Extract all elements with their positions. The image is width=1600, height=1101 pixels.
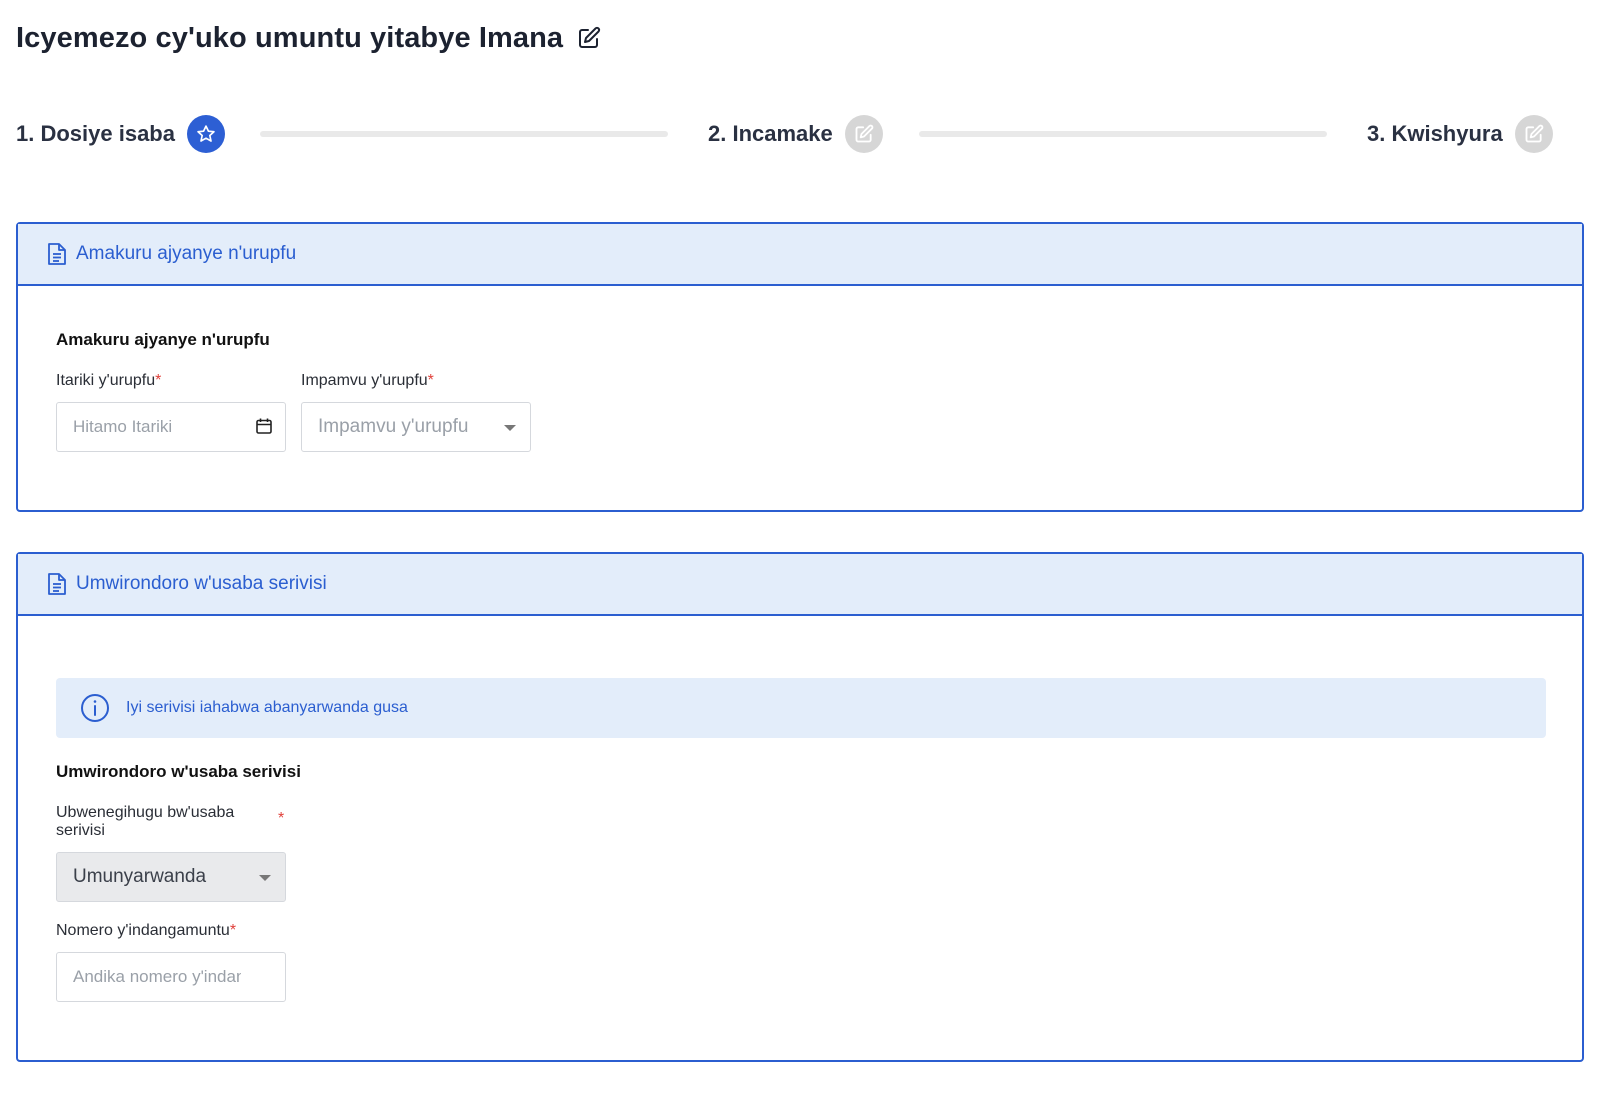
step-dosiye-isaba[interactable]: 1. Dosiye isaba (16, 112, 225, 156)
step-label: 2. Incamake (708, 121, 833, 146)
page-title: Icyemezo cy'uko umuntu yitabye Imana (16, 18, 601, 58)
card-header: Umwirondoro w'usaba serivisi (18, 554, 1582, 616)
required-mark: * (278, 810, 285, 827)
step-connector (260, 131, 668, 137)
id-number-label: Nomero y'indangamuntu* (56, 922, 237, 939)
alert-text: Iyi serivisi iahabwa abanyarwanda gusa (126, 699, 408, 716)
nationality-label: Ubwenegihugu bw'usaba serivisi (56, 804, 235, 839)
cause-of-death-label: Impamvu y'urupfu* (301, 372, 434, 389)
page-title-text: Icyemezo cy'uko umuntu yitabye Imana (16, 21, 564, 54)
info-icon (80, 693, 110, 723)
chevron-down-icon (504, 425, 516, 431)
chevron-down-icon (259, 875, 271, 881)
step-kwishyura[interactable]: 3. Kwishyura (1367, 112, 1553, 156)
requester-info-card: Umwirondoro w'usaba serivisi Iyi serivis… (16, 552, 1584, 1062)
calendar-icon[interactable] (255, 417, 273, 435)
edit-icon (844, 115, 883, 153)
id-number-input[interactable]: Andika nomero y'indangamuntu (56, 952, 286, 1002)
star-icon (186, 115, 225, 153)
section-title: Umwirondoro w'usaba serivisi (56, 762, 301, 781)
step-label: 1. Dosiye isaba (16, 121, 175, 146)
date-of-death-input[interactable]: Hitamo Itariki (56, 402, 286, 452)
stepper: 1. Dosiye isaba 2. Incamake 3. Kwishyura (16, 112, 1584, 156)
document-icon (46, 572, 68, 596)
date-placeholder: Hitamo Itariki (73, 417, 173, 436)
edit-icon (1514, 115, 1553, 153)
nationality-value: Umunyarwanda (73, 866, 207, 887)
info-alert: Iyi serivisi iahabwa abanyarwanda gusa (56, 678, 1546, 738)
section-title: Amakuru ajyanye n'urupfu (56, 330, 270, 349)
card-header: Amakuru ajyanye n'urupfu (18, 224, 1582, 286)
step-incamake[interactable]: 2. Incamake (708, 112, 883, 156)
card-header-title: Umwirondoro w'usaba serivisi (76, 573, 327, 594)
date-of-death-label: Itariki y'urupfu* (56, 372, 162, 389)
step-connector (919, 131, 1327, 137)
nationality-select[interactable]: Umunyarwanda (56, 852, 286, 902)
id-placeholder: Andika nomero y'indangamuntu (73, 967, 241, 986)
card-header-title: Amakuru ajyanye n'urupfu (76, 243, 297, 264)
edit-icon[interactable] (577, 26, 601, 50)
death-info-card: Amakuru ajyanye n'urupfu Amakuru ajyanye… (16, 222, 1584, 512)
cause-of-death-select[interactable]: Impamvu y'urupfu (301, 402, 531, 452)
cause-placeholder: Impamvu y'urupfu (318, 416, 469, 437)
document-icon (46, 242, 68, 266)
step-label: 3. Kwishyura (1367, 121, 1503, 146)
